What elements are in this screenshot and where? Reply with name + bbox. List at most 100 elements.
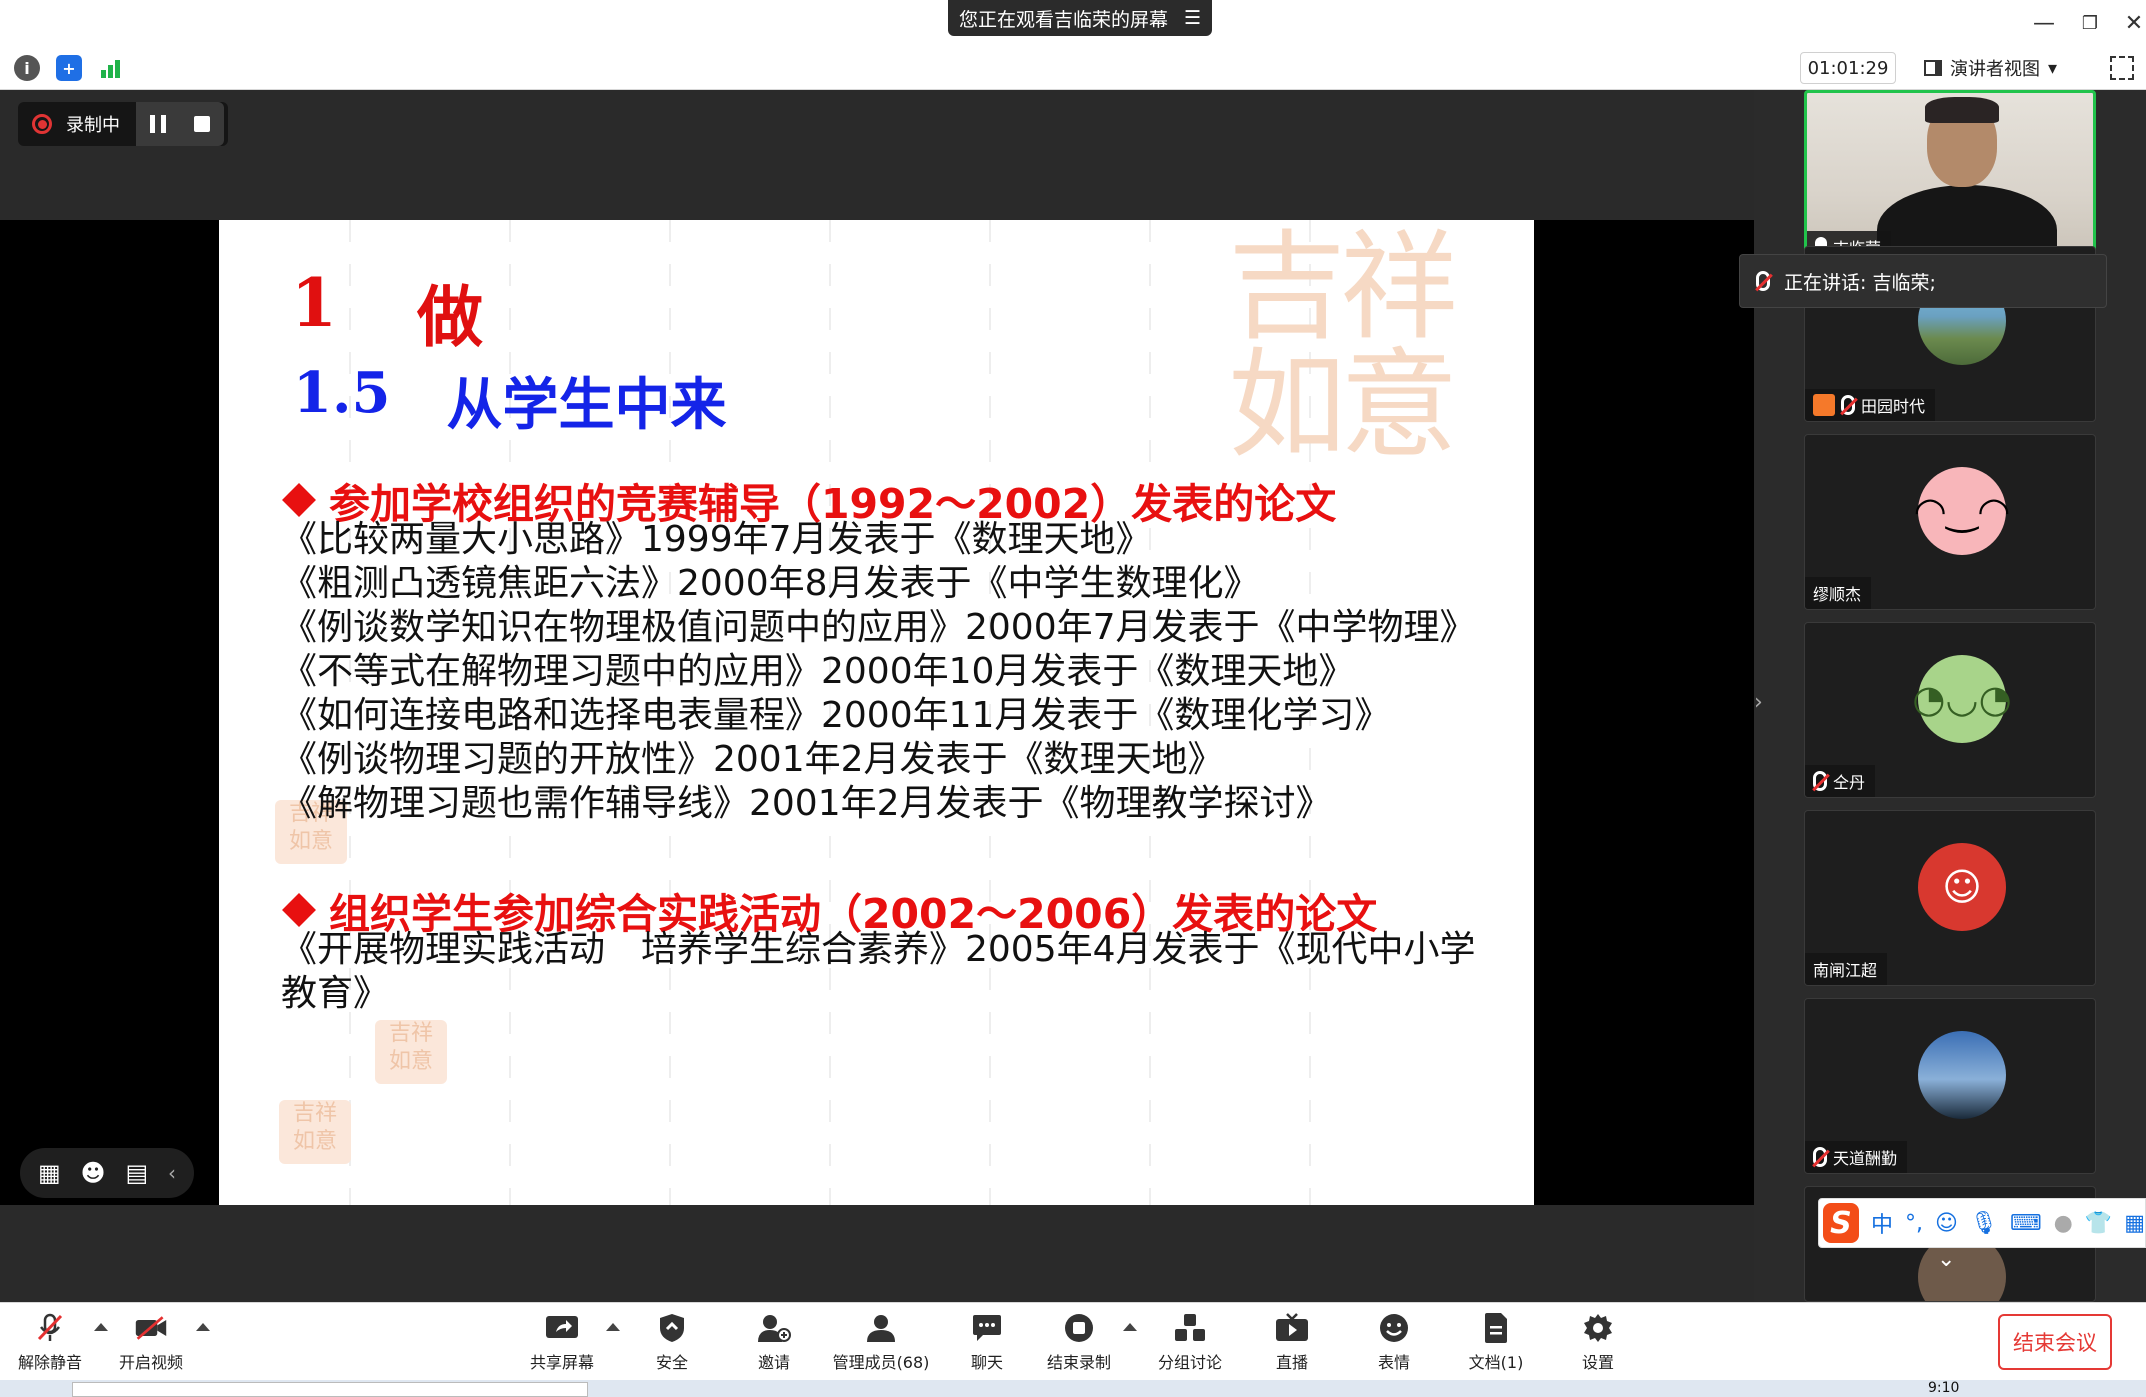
manage-members-button[interactable]: 管理成员(68) <box>826 1313 936 1375</box>
participant-tile[interactable]: ◠‿◠ 缪顺杰 <box>1804 434 2096 610</box>
meeting-timer: 01:01:29 <box>1800 52 1896 84</box>
shield-icon[interactable]: + <box>56 55 82 81</box>
speaker-hair <box>1925 97 1999 123</box>
emoji-icon[interactable]: ☺ <box>1935 1211 1958 1236</box>
mic-muted-icon <box>1813 771 1827 791</box>
info-bar: i + 01:01:29 演讲者视图 ▾ <box>0 46 2146 90</box>
start-video-button[interactable]: 开启视频 <box>96 1313 206 1375</box>
participant-name: 天道酬勤 <box>1805 1141 1908 1173</box>
participant-tile[interactable]: 吉临荣 <box>1804 90 2096 266</box>
slide-subheading: 1.5 从学生中来 <box>293 360 726 441</box>
paper-item: 《粗测凸透镜焦距六法》2000年8月发表于《中学生数理化》 <box>281 563 1260 604</box>
participant-tile[interactable]: 天道酬勤 <box>1804 998 2096 1174</box>
settings-button[interactable]: 设置 <box>1543 1313 1653 1375</box>
participant-tile[interactable]: ◔◡◔ 仝丹 <box>1804 622 2096 798</box>
diamond-bullet-icon <box>282 483 316 517</box>
apps-icon[interactable]: ▦ <box>38 1159 61 1187</box>
emoji-icon <box>1377 1313 1411 1343</box>
apps-icon[interactable]: ▦ <box>2124 1211 2145 1236</box>
paper-item: 《不等式在解物理习题中的应用》2000年10月发表于《数理天地》 <box>281 651 1355 692</box>
document-icon <box>1479 1313 1513 1343</box>
ime-punct[interactable]: °, <box>1905 1211 1923 1236</box>
stop-record-icon <box>1062 1313 1096 1343</box>
user-icon[interactable]: ● <box>2054 1211 2073 1236</box>
members-icon <box>864 1313 898 1343</box>
annotation-toolbox: ▦ ☻ ▤ ‹ <box>20 1148 194 1198</box>
subheading-number: 1.5 <box>293 360 391 426</box>
mic-muted-icon <box>33 1313 67 1343</box>
paper-item: 《解物理习题也需作辅导线》2001年2月发表于《物理教学探讨》 <box>281 783 1332 824</box>
avatar: ◠‿◠ <box>1914 467 2010 555</box>
share-screen-button[interactable]: 共享屏幕 <box>507 1313 617 1375</box>
meeting-toolbar: 解除静音 开启视频 共享屏幕 安全 邀请 管理成员(68) 聊天 结束录制 分组… <box>0 1302 2146 1380</box>
taskbar-clock: 9:10 <box>1928 1380 1960 1396</box>
chat-icon <box>970 1313 1004 1343</box>
video-options-caret[interactable] <box>196 1323 210 1331</box>
end-recording-button[interactable]: 结束录制 <box>1024 1313 1134 1375</box>
title-bar: 您正在观看吉临荣的屏幕 ☰ — ❐ ✕ <box>0 0 2146 46</box>
keyboard-icon[interactable]: ⌨ <box>2010 1211 2042 1236</box>
fullscreen-icon[interactable] <box>2110 56 2134 80</box>
view-mode-label: 演讲者视图 <box>1950 59 2040 80</box>
stage-bottom-padding <box>0 1205 1754 1302</box>
breakout-button[interactable]: 分组讨论 <box>1135 1313 1245 1375</box>
view-mode-dropdown[interactable]: 演讲者视图 ▾ <box>1924 52 2084 84</box>
share-banner[interactable]: 您正在观看吉临荣的屏幕 ☰ <box>948 0 1212 36</box>
ime-mode[interactable]: 中 <box>1871 1207 1893 1239</box>
panel-collapse-handle[interactable]: › <box>1754 690 1768 736</box>
minimize-button[interactable]: — <box>2024 6 2064 40</box>
chevron-down-icon[interactable]: ⌄ <box>1937 1247 1955 1272</box>
unmute-button[interactable]: 解除静音 <box>0 1313 105 1375</box>
seal-watermark: 吉祥 如意 <box>1228 220 1458 474</box>
voice-icon[interactable]: 🎙 <box>1970 1211 1998 1236</box>
signal-icon[interactable] <box>98 55 124 81</box>
paper-item: 《例谈数学知识在物理极值问题中的应用》2000年7月发表于《中学物理》 <box>281 607 1476 648</box>
shield-icon <box>655 1313 689 1343</box>
heading-number: 1 <box>291 264 337 342</box>
heading-text: 做 <box>416 278 483 356</box>
input-method-bar: S 中 °, ☺ 🎙 ⌨ ● 👕 ▦ <box>1818 1198 2146 1248</box>
presentation-slide: 吉祥 如意 吉祥 如意 吉祥 如意 吉祥 如意 1 做 1.5 从学生中来 参加学校组织… <box>219 220 1534 1205</box>
user-icon <box>1813 394 1835 416</box>
security-button[interactable]: 安全 <box>617 1313 727 1375</box>
stage-top-padding <box>0 90 1754 220</box>
emoji-icon[interactable]: ☻ <box>81 1159 106 1187</box>
stamp-watermark: 吉祥 如意 <box>279 1100 351 1164</box>
stamp-watermark: 吉祥 如意 <box>375 1020 447 1084</box>
end-meeting-button[interactable]: 结束会议 <box>1998 1314 2112 1370</box>
paper-item: 《比较两量大小思路》1999年7月发表于《数理天地》 <box>281 519 1152 560</box>
participant-name: 缪顺杰 <box>1805 577 1872 609</box>
reactions-button[interactable]: 表情 <box>1339 1313 1449 1375</box>
gear-icon <box>1581 1313 1615 1343</box>
chevron-down-icon: ▾ <box>2048 57 2058 79</box>
skin-icon[interactable]: 👕 <box>2085 1211 2112 1236</box>
diamond-bullet-icon <box>282 893 316 927</box>
recording-controls <box>136 102 224 146</box>
live-button[interactable]: 直播 <box>1237 1313 1347 1375</box>
breakout-icon <box>1173 1313 1207 1343</box>
paper-item: 《如何连接电路和选择电表量程》2000年11月发表于《数理化学习》 <box>281 695 1391 736</box>
record-icon <box>32 114 52 134</box>
mic-muted-icon <box>1756 271 1770 291</box>
docs-button[interactable]: 文档(1) <box>1441 1313 1551 1375</box>
paper-item: 《例谈物理习题的开放性》2001年2月发表于《数理天地》 <box>281 739 1224 780</box>
participant-tile[interactable]: ☺ 南闸江超 <box>1804 810 2096 986</box>
pause-icon[interactable] <box>150 115 166 133</box>
participant-name: 仝丹 <box>1805 765 1876 797</box>
recording-label: 录制中 <box>66 115 120 136</box>
participant-name: 南闸江超 <box>1805 953 1888 985</box>
taskbar-search[interactable] <box>72 1382 588 1397</box>
chat-icon[interactable]: ▤ <box>125 1159 148 1187</box>
collapse-icon[interactable]: ‹ <box>168 1161 176 1185</box>
camera-off-icon <box>134 1313 168 1343</box>
avatar: ◔◡◔ <box>1912 655 2012 743</box>
close-button[interactable]: ✕ <box>2114 6 2146 40</box>
sogou-logo-icon[interactable]: S <box>1823 1203 1859 1243</box>
stop-icon[interactable] <box>194 116 210 132</box>
menu-icon[interactable]: ☰ <box>1184 7 1201 29</box>
restore-button[interactable]: ❐ <box>2070 6 2110 40</box>
add-user-icon <box>757 1313 791 1343</box>
speaking-indicator: 正在讲话: 吉临荣; <box>1739 254 2107 308</box>
invite-button[interactable]: 邀请 <box>719 1313 829 1375</box>
info-icon[interactable]: i <box>14 55 40 81</box>
